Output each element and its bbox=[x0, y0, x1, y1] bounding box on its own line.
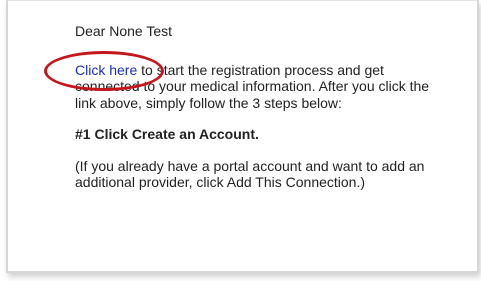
intro-paragraph: Click here to start the registration pro… bbox=[75, 62, 435, 112]
portal-account-note: (If you already have a portal account an… bbox=[75, 157, 425, 191]
step-1-heading: #1 Click Create an Account. bbox=[75, 126, 259, 142]
click-here-link[interactable]: Click here bbox=[75, 62, 137, 78]
email-frame: Dear None Test Click here to start the r… bbox=[6, 0, 479, 273]
greeting-text: Dear None Test bbox=[75, 23, 173, 39]
email-body: Dear None Test Click here to start the r… bbox=[75, 23, 435, 191]
